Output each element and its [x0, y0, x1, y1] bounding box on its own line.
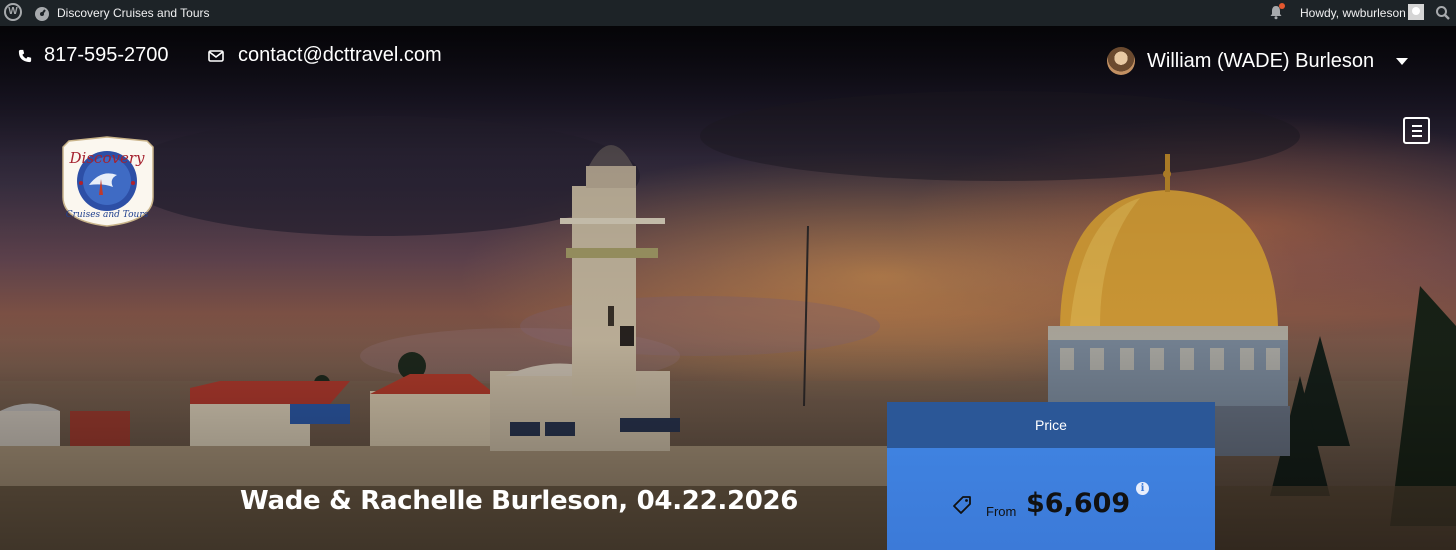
phone-icon: [18, 49, 32, 62]
price-from-label: From: [986, 504, 1017, 519]
admin-greeting[interactable]: Howdy, wwburleson: [1300, 6, 1406, 20]
email-contact[interactable]: contact@dcttravel.com: [208, 44, 442, 67]
trip-title: Wade & Rachelle Burleson, 04.22.2026: [240, 486, 799, 516]
admin-avatar[interactable]: [1408, 4, 1424, 20]
price-amount: $6,609: [1026, 488, 1131, 519]
svg-text:Discovery: Discovery: [69, 149, 145, 167]
menu-icon[interactable]: [1403, 117, 1430, 144]
hero-banner: 817-595-2700 contact@dcttravel.com Willi…: [0, 26, 1456, 550]
avatar: [1107, 47, 1135, 75]
price-card: Price From $6,609 i: [887, 402, 1215, 550]
user-name[interactable]: William (WADE) Burleson: [1147, 50, 1374, 73]
notification-dot: [1279, 3, 1285, 9]
price-body: From $6,609 i: [887, 448, 1215, 550]
wordpress-icon[interactable]: W: [4, 3, 22, 21]
phone-contact[interactable]: 817-595-2700: [18, 44, 169, 67]
search-icon[interactable]: [1435, 5, 1451, 21]
svg-text:Cruises and Tours: Cruises and Tours: [66, 210, 149, 220]
dashboard-icon[interactable]: [34, 5, 50, 21]
email-address[interactable]: contact@dcttravel.com: [238, 44, 442, 67]
hero-overlay: [0, 26, 1456, 550]
mail-icon: [208, 49, 224, 62]
price-tag-icon: [953, 496, 971, 514]
discovery-logo[interactable]: Discovery Cruises and Tours: [59, 135, 156, 227]
wp-admin-bar: W Discovery Cruises and Tours Howdy, wwb…: [0, 0, 1456, 26]
user-account-menu[interactable]: William (WADE) Burleson: [1107, 47, 1409, 75]
admin-site-name-link[interactable]: Discovery Cruises and Tours: [57, 6, 210, 20]
phone-number[interactable]: 817-595-2700: [44, 44, 169, 67]
info-icon[interactable]: i: [1136, 482, 1149, 495]
price-header: Price: [887, 402, 1215, 448]
chevron-down-icon[interactable]: [1396, 57, 1409, 65]
